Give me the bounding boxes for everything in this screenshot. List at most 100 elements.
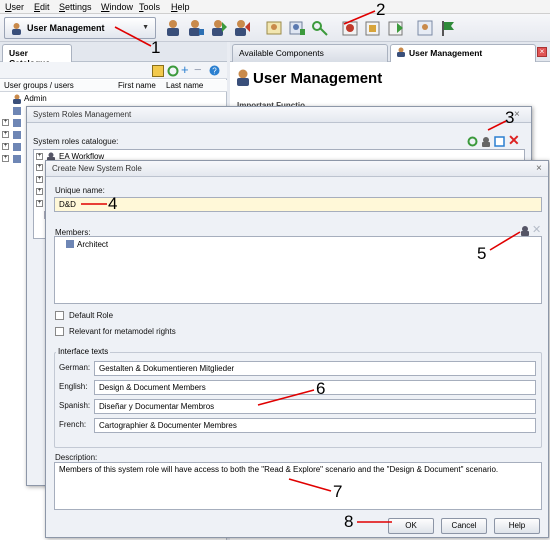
annotation-7: 7 xyxy=(333,482,343,501)
create-role-dialog-title: Create New System Role xyxy=(46,161,548,177)
annotation-8: 8 xyxy=(344,512,354,531)
expand-icon[interactable]: + xyxy=(36,176,43,183)
svg-text:?: ? xyxy=(212,67,217,76)
tab-user-management[interactable]: User Management xyxy=(390,44,536,62)
role-import-icon[interactable] xyxy=(387,19,405,37)
german-field[interactable]: Gestalten & Dokumentieren Mitglieder xyxy=(94,361,536,376)
expand-icon[interactable]: + xyxy=(36,153,43,160)
expand-icon[interactable]: + xyxy=(2,155,9,162)
close-icon[interactable]: × xyxy=(537,47,547,57)
spanish-field[interactable]: Diseñar y Documentar Membros xyxy=(94,399,536,414)
right-tab-bar: Available Components User Management × xyxy=(230,42,550,62)
table-row[interactable]: Admin xyxy=(0,93,227,105)
user-export-icon[interactable] xyxy=(233,19,251,37)
expand-icon[interactable]: + xyxy=(36,188,43,195)
tab-available-components[interactable]: Available Components xyxy=(232,44,388,62)
user-icon xyxy=(397,47,405,57)
delete-icon[interactable]: ✕ xyxy=(508,132,520,149)
menu-help[interactable]: Help xyxy=(171,2,190,12)
metamodel-rights-checkbox[interactable] xyxy=(55,327,64,336)
role-icon xyxy=(66,240,74,248)
user-icon[interactable] xyxy=(164,19,182,37)
menu-user[interactable]: User xyxy=(5,2,24,12)
english-label: English: xyxy=(59,382,88,391)
row-label: Admin xyxy=(24,94,47,103)
french-label: French: xyxy=(59,420,87,429)
create-role-dialog: Create New System Role × Unique name: D&… xyxy=(45,160,549,538)
edit-icon[interactable] xyxy=(494,136,505,147)
add-icon[interactable]: + xyxy=(181,62,189,77)
user-edit-icon[interactable] xyxy=(187,19,205,37)
user-management-icon xyxy=(237,69,249,86)
role-icon[interactable] xyxy=(341,19,359,37)
default-role-label: Default Role xyxy=(69,311,114,320)
filter-icon[interactable] xyxy=(152,65,164,77)
annotation-6: 6 xyxy=(316,379,326,398)
user-import-icon[interactable] xyxy=(210,19,228,37)
users-icon xyxy=(13,107,21,115)
users-icon xyxy=(13,131,21,139)
french-field[interactable]: Cartographier & Documenter Membres xyxy=(94,418,536,433)
role-edit-icon[interactable] xyxy=(364,19,382,37)
menu-settings[interactable]: Settings xyxy=(59,2,92,12)
page-title: User Management xyxy=(253,70,383,87)
users-icon xyxy=(13,155,21,163)
expand-icon[interactable]: + xyxy=(2,143,9,150)
close-icon[interactable]: × xyxy=(536,163,542,174)
help-icon[interactable]: ? xyxy=(209,65,220,76)
system-roles-catalogue-label: System roles catalogue: xyxy=(33,137,119,146)
list-item[interactable]: Architect xyxy=(55,239,541,250)
interface-texts-label: Interface texts xyxy=(56,347,111,356)
catalogue-header: User groups / users First name Last name xyxy=(0,80,227,92)
add-role-icon[interactable] xyxy=(481,136,492,147)
close-icon[interactable]: × xyxy=(514,109,520,120)
catalogue-toolbar: + − ? xyxy=(0,62,227,79)
col-last-name[interactable]: Last name xyxy=(166,81,203,90)
menu-edit[interactable]: Edit xyxy=(34,2,50,12)
unique-name-field[interactable]: D&D xyxy=(54,197,542,212)
help-button[interactable]: Help xyxy=(494,518,540,534)
key-icon[interactable] xyxy=(311,19,329,37)
remove-member-icon[interactable]: ✕ xyxy=(532,223,541,236)
description-field[interactable]: Members of this system role will have ac… xyxy=(54,462,542,510)
group-edit-icon[interactable] xyxy=(288,19,306,37)
annotation-1: 1 xyxy=(151,38,161,57)
annotation-2: 2 xyxy=(376,0,386,19)
remove-icon[interactable]: − xyxy=(194,62,202,77)
expand-icon[interactable]: + xyxy=(36,200,43,207)
module-select-value: User Management xyxy=(27,23,105,33)
chevron-down-icon: ▼ xyxy=(142,24,149,31)
col-first-name[interactable]: First name xyxy=(118,81,156,90)
spanish-label: Spanish: xyxy=(59,401,91,410)
expand-icon[interactable]: + xyxy=(2,119,9,126)
settings-user-icon[interactable] xyxy=(416,19,434,37)
english-field[interactable]: Design & Document Members xyxy=(94,380,536,395)
cancel-button[interactable]: Cancel xyxy=(441,518,487,534)
user-icon xyxy=(12,23,21,35)
system-roles-window-title: System Roles Management xyxy=(27,107,531,123)
annotation-3: 3 xyxy=(505,108,515,127)
expand-icon[interactable]: + xyxy=(36,164,43,171)
flag-icon[interactable] xyxy=(439,19,457,37)
tab-user-management-label: User Management xyxy=(409,48,483,58)
module-select[interactable]: User Management ▼ xyxy=(4,17,156,39)
description-label: Description: xyxy=(55,453,98,462)
refresh-icon[interactable] xyxy=(467,136,478,147)
user-icon xyxy=(13,94,21,104)
refresh-icon[interactable] xyxy=(167,65,179,77)
menu-tools[interactable]: Tools xyxy=(139,2,160,12)
col-user-groups[interactable]: User groups / users xyxy=(4,81,74,90)
members-list: Architect xyxy=(54,236,542,304)
menu-window[interactable]: Window xyxy=(101,2,133,12)
german-label: German: xyxy=(59,363,91,372)
users-icon xyxy=(13,119,21,127)
toolbar: User Management ▼ xyxy=(0,14,550,42)
annotation-5: 5 xyxy=(477,244,487,263)
tab-user-catalogue[interactable]: User Catalogue xyxy=(2,44,72,68)
ok-button[interactable]: OK xyxy=(388,518,434,534)
users-icon xyxy=(13,143,21,151)
group-icon[interactable] xyxy=(265,19,283,37)
default-role-checkbox[interactable] xyxy=(55,311,64,320)
expand-icon[interactable]: + xyxy=(2,131,9,138)
left-tab-bar: User Catalogue xyxy=(0,42,227,68)
